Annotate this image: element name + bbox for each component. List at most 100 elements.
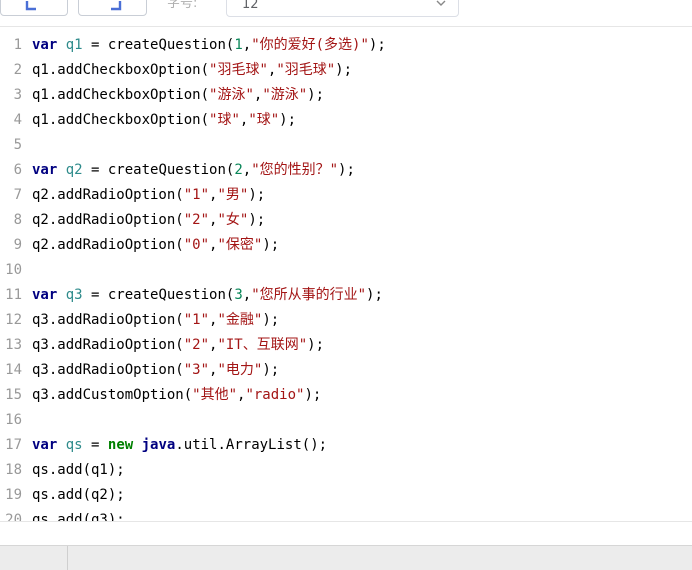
line-number: 1 <box>13 37 22 53</box>
code-token: "羽毛球" <box>209 62 268 78</box>
code-text: qs.add(q2); <box>32 483 125 508</box>
code-token: var <box>32 437 58 453</box>
code-token: ); <box>262 237 280 253</box>
line-number: 4 <box>13 112 22 128</box>
redo-icon <box>110 1 121 11</box>
code-token: "保密" <box>217 237 263 253</box>
line-number: 3 <box>13 87 22 103</box>
line-number: 5 <box>13 137 22 153</box>
code-token: , <box>242 287 252 303</box>
line-number: 7 <box>13 187 22 203</box>
code-token: qs.add(q2); <box>32 487 125 503</box>
code-text: var q1 = createQuestion(1,"你的爱好(多选)"); <box>32 33 386 58</box>
code-token: ); <box>368 37 386 53</box>
code-text: var q2 = createQuestion(2,"您的性别？"); <box>32 158 355 183</box>
code-token: var <box>32 287 58 303</box>
code-token: "1" <box>183 312 210 328</box>
font-size-select[interactable]: 12 <box>226 0 459 17</box>
code-token: ); <box>248 212 266 228</box>
code-text: q3.addRadioOption("2","IT、互联网"); <box>32 333 324 358</box>
code-token: q3.addRadioOption( <box>32 312 184 328</box>
code-token: "羽毛球" <box>276 62 336 78</box>
code-token: q2 <box>65 162 83 178</box>
code-token: , <box>242 37 252 53</box>
code-token: "3" <box>183 362 210 378</box>
line-number: 16 <box>5 412 22 428</box>
code-token: "电力" <box>217 362 263 378</box>
editor-toolbar: 字号: 12 <box>0 0 692 27</box>
code-token: q3.addCustomOption( <box>32 387 193 403</box>
code-token: q1 <box>65 37 83 53</box>
undo-button[interactable] <box>0 0 68 16</box>
redo-button[interactable] <box>78 0 147 16</box>
code-text: q2.addRadioOption("2","女"); <box>32 208 265 233</box>
code-token: "男" <box>217 187 249 203</box>
line-number: 19 <box>5 487 22 503</box>
code-token: q3 <box>65 287 83 303</box>
code-token: "游泳" <box>209 87 254 103</box>
line-number: 18 <box>5 462 22 478</box>
status-bar <box>0 545 692 570</box>
code-token: qs.add(q1); <box>32 462 125 478</box>
line-number: 10 <box>5 262 22 278</box>
editor-divider <box>0 521 692 522</box>
code-token: "球" <box>209 112 240 128</box>
font-size-value: 12 <box>242 0 259 12</box>
code-text: var q3 = createQuestion(3,"您所从事的行业"); <box>32 283 383 308</box>
code-token: qs.add(q3); <box>32 512 125 521</box>
code-text: q3.addCustomOption("其他","radio"); <box>32 383 321 408</box>
line-number: 9 <box>13 237 22 253</box>
code-token: ); <box>335 62 353 78</box>
code-token: ); <box>307 337 325 353</box>
code-token: q2.addRadioOption( <box>32 187 184 203</box>
code-token: "2" <box>183 212 210 228</box>
code-token: q3.addRadioOption( <box>32 337 184 353</box>
line-number: 14 <box>5 362 22 378</box>
line-number: 8 <box>13 212 22 228</box>
font-size-label: 字号: <box>167 0 198 11</box>
code-token: ); <box>366 287 383 303</box>
code-token: q2.addRadioOption( <box>32 237 184 253</box>
line-number: 2 <box>13 62 22 78</box>
code-token: ); <box>279 112 297 128</box>
status-bar-divider <box>67 546 68 570</box>
code-token: 3 <box>234 287 243 303</box>
code-token: qs <box>65 437 83 453</box>
code-token: 1 <box>234 37 243 53</box>
line-number: 6 <box>13 162 22 178</box>
code-token: q1.addCheckboxOption( <box>32 87 210 103</box>
code-token: = <box>82 437 108 453</box>
code-token: "球" <box>248 112 280 128</box>
code-token: , <box>242 162 252 178</box>
code-text: q1.addCheckboxOption("球","球"); <box>32 108 296 133</box>
code-token: ); <box>304 387 322 403</box>
line-number: 20 <box>5 512 22 521</box>
code-text: q1.addCheckboxOption("羽毛球","羽毛球"); <box>32 58 352 83</box>
undo-icon <box>25 1 36 11</box>
code-text: q2.addRadioOption("0","保密"); <box>32 233 279 258</box>
code-token: ); <box>307 87 325 103</box>
line-number: 12 <box>5 312 22 328</box>
code-editor[interactable]: 1 var q1 = createQuestion(1,"你的爱好(多选)"); 2… <box>0 33 692 521</box>
code-token: "其他" <box>192 387 238 403</box>
code-text: q3.addRadioOption("1","金融"); <box>32 308 279 333</box>
code-token: "IT、互联网" <box>217 337 308 353</box>
code-token: "0" <box>183 237 210 253</box>
code-token: new <box>107 437 134 453</box>
code-text: q3.addRadioOption("3","电力"); <box>32 358 279 383</box>
code-text: q2.addRadioOption("1","男"); <box>32 183 265 208</box>
code-token: ); <box>262 312 280 328</box>
code-token: "您所从事的行业" <box>251 287 367 303</box>
code-token: "游泳" <box>262 87 308 103</box>
code-token: ); <box>338 162 355 178</box>
code-token: "您的性别？" <box>251 162 339 178</box>
code-token: java <box>141 437 176 453</box>
code-text: qs.add(q1); <box>32 458 125 483</box>
code-token: .util.ArrayList(); <box>175 437 328 453</box>
code-token: = createQuestion( <box>82 37 235 53</box>
